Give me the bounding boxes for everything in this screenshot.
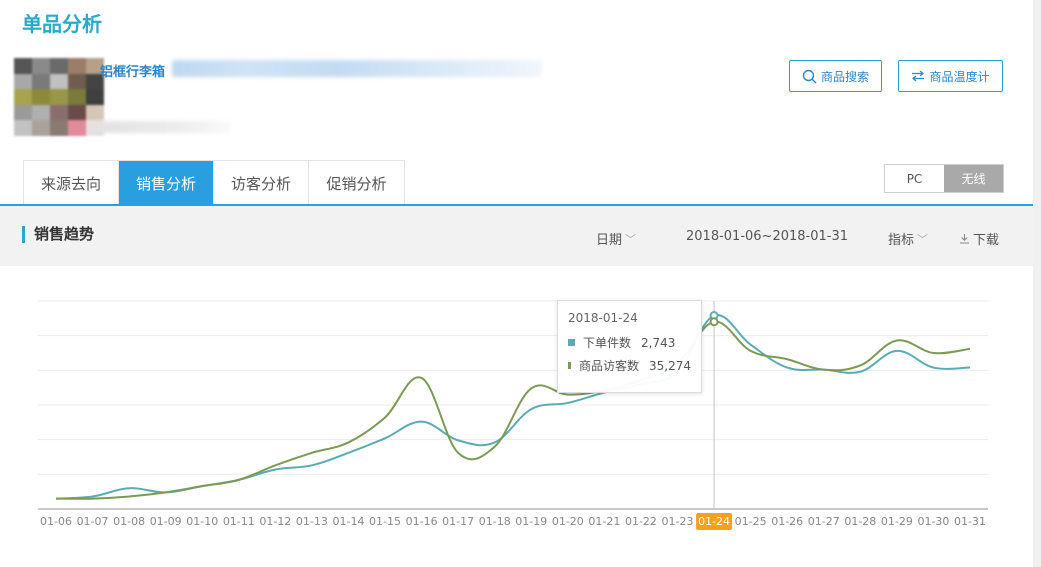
product-thermometer-label: 商品温度计 (929, 69, 990, 84)
x-tick-label: 01-11 (223, 515, 255, 528)
date-dropdown[interactable]: 日期 ﹀ (596, 229, 637, 249)
x-tick-label: 01-26 (771, 515, 803, 528)
legend-swatch (568, 339, 575, 346)
tab-promotion-analysis[interactable]: 促销分析 (309, 161, 404, 205)
x-tick-label: 01-17 (442, 515, 474, 528)
product-search-button[interactable]: 商品搜索 (789, 60, 882, 92)
sales-trend-chart: 01-06 01-07 01-08 01-09 01-10 01-11 01-12 01-13… (0, 266, 1033, 567)
tab-source-destination[interactable]: 来源去向 (24, 161, 119, 205)
legend-swatch (568, 362, 571, 369)
device-toggle: PC 无线 (884, 164, 1004, 193)
download-button[interactable]: 下载 (959, 229, 999, 248)
metric-dropdown[interactable]: 指标 ﹀ (888, 229, 929, 249)
device-wireless-button[interactable]: 无线 (944, 165, 1003, 192)
product-thermometer-button[interactable]: 商品温度计 (898, 60, 1003, 92)
date-dropdown-label: 日期 (596, 233, 623, 248)
tab-visitor-analysis[interactable]: 访客分析 (214, 161, 309, 205)
x-tick-label: 01-27 (808, 515, 840, 528)
product-name[interactable]: 铝框行李箱 (100, 61, 165, 80)
tooltip-series-name: 下单件数 (583, 336, 632, 350)
x-tick-label: 01-21 (588, 515, 620, 528)
swap-arrows-icon (911, 70, 925, 82)
x-tick-label: 01-09 (150, 515, 182, 528)
x-tick-label: 01-13 (296, 515, 328, 528)
x-tick-label: 01-16 (406, 515, 438, 528)
metric-dropdown-label: 指标 (888, 233, 915, 248)
x-tick-label: 01-12 (259, 515, 291, 528)
x-tick-label: 01-30 (917, 515, 949, 528)
device-pc-button[interactable]: PC (885, 165, 944, 192)
series-line-orders (55, 314, 971, 500)
download-icon (959, 233, 970, 244)
x-tick-label: 01-07 (77, 515, 109, 528)
tooltip-series-value: 2,743 (641, 335, 676, 350)
product-subtitle-redacted (100, 121, 230, 133)
highlight-point-visitors (709, 317, 719, 327)
download-label: 下载 (973, 233, 1000, 248)
x-tick-label: 01-14 (332, 515, 364, 528)
x-tick-label: 01-23 (662, 515, 694, 528)
page-title: 单品分析 (22, 12, 102, 36)
scrollbar-gutter (1033, 0, 1041, 567)
x-tick-label: 01-18 (479, 515, 511, 528)
analysis-tabs: 来源去向 销售分析 访客分析 促销分析 (23, 160, 405, 205)
tab-sales-analysis[interactable]: 销售分析 (119, 161, 214, 205)
tooltip-row-visitors: 商品访客数 35,274 (568, 357, 691, 374)
product-name-redacted (172, 60, 542, 77)
x-tick-label: 01-25 (735, 515, 767, 528)
tooltip-series-value: 35,274 (649, 358, 691, 373)
sales-trend-header: 销售趋势 日期 ﹀ 2018-01-06~2018-01-31 指标 ﹀ 下载 (0, 204, 1033, 266)
chart-tooltip: 2018-01-24 下单件数 2,743 商品访客数 35,274 (557, 300, 702, 393)
x-tick-label: 01-28 (844, 515, 876, 528)
chevron-down-icon: ﹀ (625, 232, 637, 246)
chevron-down-icon: ﹀ (917, 232, 929, 246)
series-line-visitors (55, 320, 971, 500)
product-search-label: 商品搜索 (820, 69, 869, 84)
x-tick-label: 01-15 (369, 515, 401, 528)
x-tick-label: 01-10 (186, 515, 218, 528)
chart-svg: 01-06 01-07 01-08 01-09 01-10 01-11 01-12 01-13… (38, 300, 988, 530)
x-tick-label: 01-06 (40, 515, 72, 528)
x-tick-label: 01-22 (625, 515, 657, 528)
product-thumbnail[interactable] (14, 58, 104, 136)
x-tick-label: 01-29 (881, 515, 913, 528)
single-product-analysis-page: 单品分析 铝框行李箱 商品搜索 商品温度计 来源去向 销售分析 访客分析 促销分… (0, 0, 1041, 567)
tooltip-date: 2018-01-24 (568, 311, 638, 325)
search-icon (802, 69, 817, 84)
x-tick-label: 01-19 (515, 515, 547, 528)
x-tick-label: 01-08 (113, 515, 145, 528)
date-range-text: 2018-01-06~2018-01-31 (686, 229, 848, 244)
x-tick-label: 01-31 (954, 515, 986, 528)
x-tick-label: 01-24 (698, 515, 730, 528)
section-title: 销售趋势 (22, 226, 94, 243)
tooltip-row-orders: 下单件数 2,743 (568, 334, 691, 351)
x-tick-label: 01-20 (552, 515, 584, 528)
tooltip-series-name: 商品访客数 (578, 359, 639, 373)
